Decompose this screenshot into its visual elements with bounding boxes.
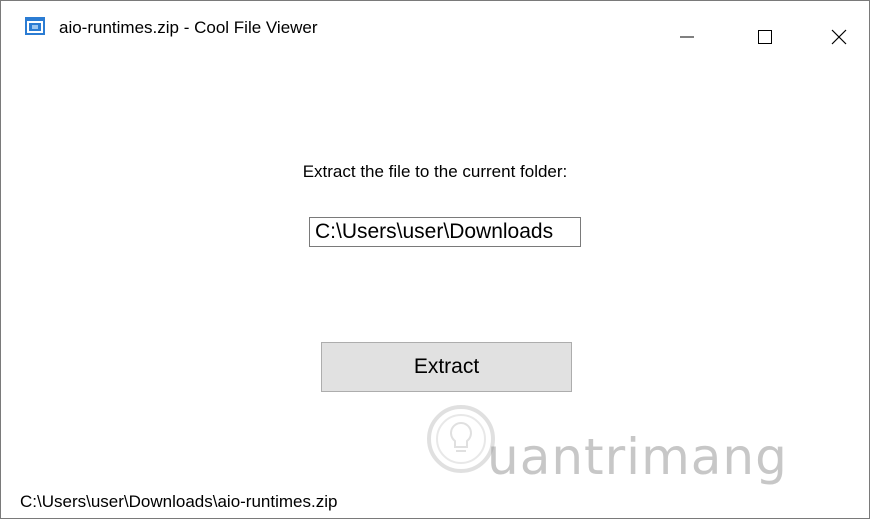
watermark-text: uantrimang (487, 428, 788, 486)
status-file-path: C:\Users\user\Downloads\aio-runtimes.zip (20, 492, 338, 511)
window-title: aio-runtimes.zip - Cool File Viewer (59, 18, 318, 37)
extract-prompt-label: Extract the file to the current folder: (302, 162, 568, 181)
maximize-icon (758, 30, 772, 44)
extract-button-label: Extract (413, 355, 480, 378)
maximize-button[interactable] (742, 17, 788, 57)
destination-path-input[interactable] (309, 217, 581, 247)
app-window: aio-runtimes.zip - Cool File Viewer Extr… (0, 0, 870, 519)
close-icon (831, 29, 847, 45)
close-button[interactable] (816, 17, 862, 57)
title-bar[interactable]: aio-runtimes.zip - Cool File Viewer (1, 1, 869, 45)
app-window-icon[interactable] (25, 17, 45, 35)
minimize-button[interactable] (664, 17, 710, 57)
minimize-icon (680, 36, 694, 38)
extract-button[interactable]: Extract (321, 342, 572, 392)
